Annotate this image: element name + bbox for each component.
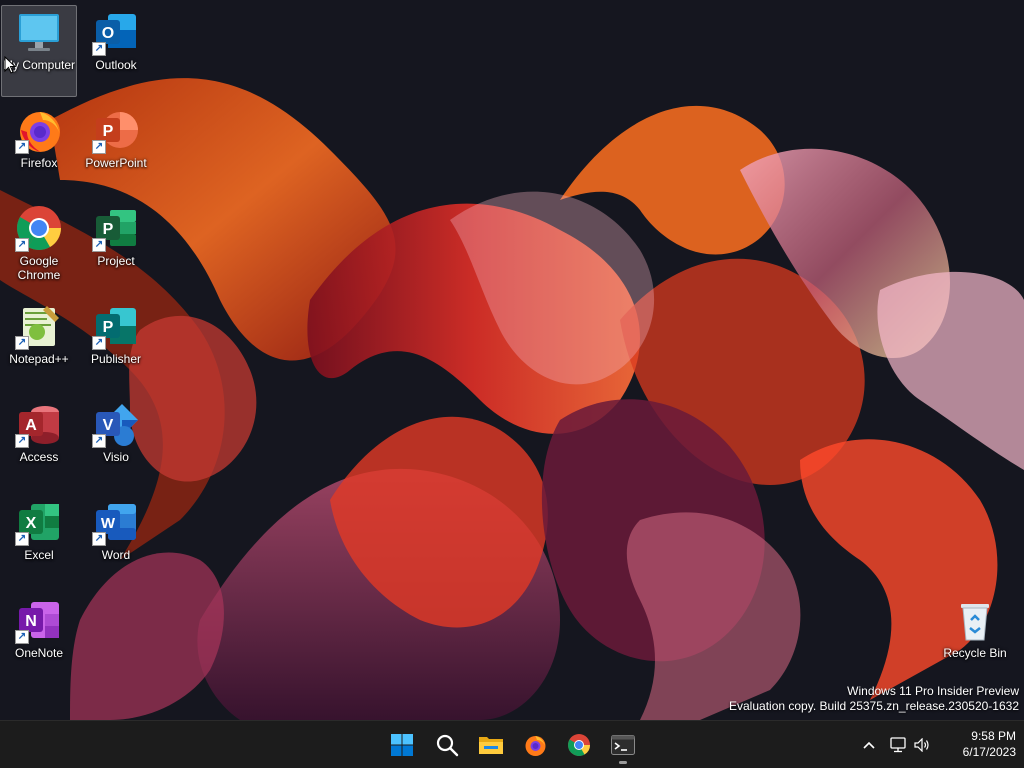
shortcut-arrow-icon: ↗ [92,140,106,154]
desktop-icon-label: Word [101,548,131,562]
chevron-up-icon [863,741,875,749]
chrome-icon [568,734,590,756]
taskbar-chrome-button[interactable] [559,725,599,765]
onenote-icon: N ↗ [15,596,63,644]
desktop-icon-powerpoint[interactable]: P ↗ PowerPoint [78,103,154,195]
recycle-bin-icon [951,596,999,644]
clock[interactable]: 9:58 PM 6/17/2023 [963,728,1016,760]
project-icon: P ↗ [92,204,140,252]
desktop-icon-recycle-bin[interactable]: Recycle Bin [937,593,1013,685]
shortcut-arrow-icon: ↗ [92,532,106,546]
desktop-icon-excel[interactable]: X ↗ Excel [1,495,77,587]
desktop-icon-label: Visio [103,450,129,464]
clock-time: 9:58 PM [971,729,1016,743]
start-icon [391,734,413,756]
desktop-icon-notepadpp[interactable]: ↗ Notepad++ [1,299,77,391]
desktop-icon-access[interactable]: A ↗ Access [1,397,77,489]
chrome-icon: ↗ [15,204,63,252]
desktop-icon-label: Google Chrome [17,254,61,282]
volume-icon [914,738,929,752]
desktop-icon-onenote[interactable]: N ↗ OneNote [1,593,77,685]
word-icon: W ↗ [92,498,140,546]
publisher-icon: P ↗ [92,302,140,350]
quick-settings-button[interactable] [888,731,932,759]
desktop-icon-google-chrome[interactable]: ↗ Google Chrome [1,201,77,293]
clock-date: 6/17/2023 [962,745,1016,759]
svg-text:V: V [103,417,114,434]
desktop-icon-label: Outlook [95,58,137,72]
desktop-icon-firefox[interactable]: ↗ Firefox [1,103,77,195]
desktop-icon-label: OneNote [14,646,64,660]
svg-text:X: X [26,515,37,532]
desktop-icon-project[interactable]: P ↗ Project [78,201,154,293]
desktop-icon-label: Project [97,254,135,268]
search-button[interactable] [427,725,467,765]
svg-text:O: O [102,25,114,42]
desktop-icon-word[interactable]: W ↗ Word [78,495,154,587]
powerpoint-icon: P ↗ [92,106,140,154]
desktop-icon-label: Recycle Bin [943,646,1007,660]
monitor-icon [15,8,63,56]
shortcut-arrow-icon: ↗ [15,532,29,546]
show-hidden-icons-button[interactable] [860,731,878,759]
svg-text:A: A [25,417,37,434]
shortcut-arrow-icon: ↗ [92,434,106,448]
visio-icon: V ↗ [92,400,140,448]
desktop-icon-label: Access [19,450,59,464]
firefox-icon: ↗ [15,106,63,154]
shortcut-arrow-icon: ↗ [92,336,106,350]
file-explorer-icon [479,737,503,754]
svg-text:N: N [25,613,37,630]
firefox-icon [525,736,546,756]
running-indicator [619,761,627,764]
desktop-icon-visio[interactable]: V ↗ Visio [78,397,154,489]
desktop-icon-publisher[interactable]: P ↗ Publisher [78,299,154,391]
shortcut-arrow-icon: ↗ [15,434,29,448]
desktop-icon-label: Firefox [20,156,58,170]
mouse-cursor-icon [4,55,17,79]
taskbar-terminal-button[interactable] [603,725,643,765]
file-explorer-button[interactable] [471,725,511,765]
access-icon: A ↗ [15,400,63,448]
shortcut-arrow-icon: ↗ [15,140,29,154]
evaluation-watermark: Windows 11 Pro Insider Preview Evaluatio… [729,684,1019,714]
desktop-icon-label: Publisher [90,352,142,366]
taskbar: 9:58 PM 6/17/2023 [0,720,1024,768]
desktop-icon-label: Notepad++ [9,352,69,366]
desktop-icon-my-computer[interactable]: My Computer [1,5,77,97]
svg-text:P: P [103,319,114,336]
taskbar-firefox-button[interactable] [515,725,555,765]
desktop-icon-label: Excel [24,548,54,562]
shortcut-arrow-icon: ↗ [15,630,29,644]
terminal-icon [611,735,635,755]
network-icon [890,737,906,753]
search-icon [436,734,459,757]
shortcut-arrow-icon: ↗ [15,336,29,350]
excel-icon: X ↗ [15,498,63,546]
svg-text:W: W [101,515,116,532]
start-button[interactable] [382,725,422,765]
shortcut-arrow-icon: ↗ [92,238,106,252]
watermark-line-1: Windows 11 Pro Insider Preview [847,684,1019,698]
svg-text:P: P [103,123,114,140]
watermark-line-2: Evaluation copy. Build 25375.zn_release.… [729,699,1019,713]
shortcut-arrow-icon: ↗ [92,42,106,56]
outlook-icon: O ↗ [92,8,140,56]
shortcut-arrow-icon: ↗ [15,238,29,252]
desktop-icon-outlook[interactable]: O ↗ Outlook [78,5,154,97]
svg-text:P: P [103,221,114,238]
notepadpp-icon: ↗ [15,302,63,350]
desktop-icon-label: PowerPoint [85,156,147,170]
